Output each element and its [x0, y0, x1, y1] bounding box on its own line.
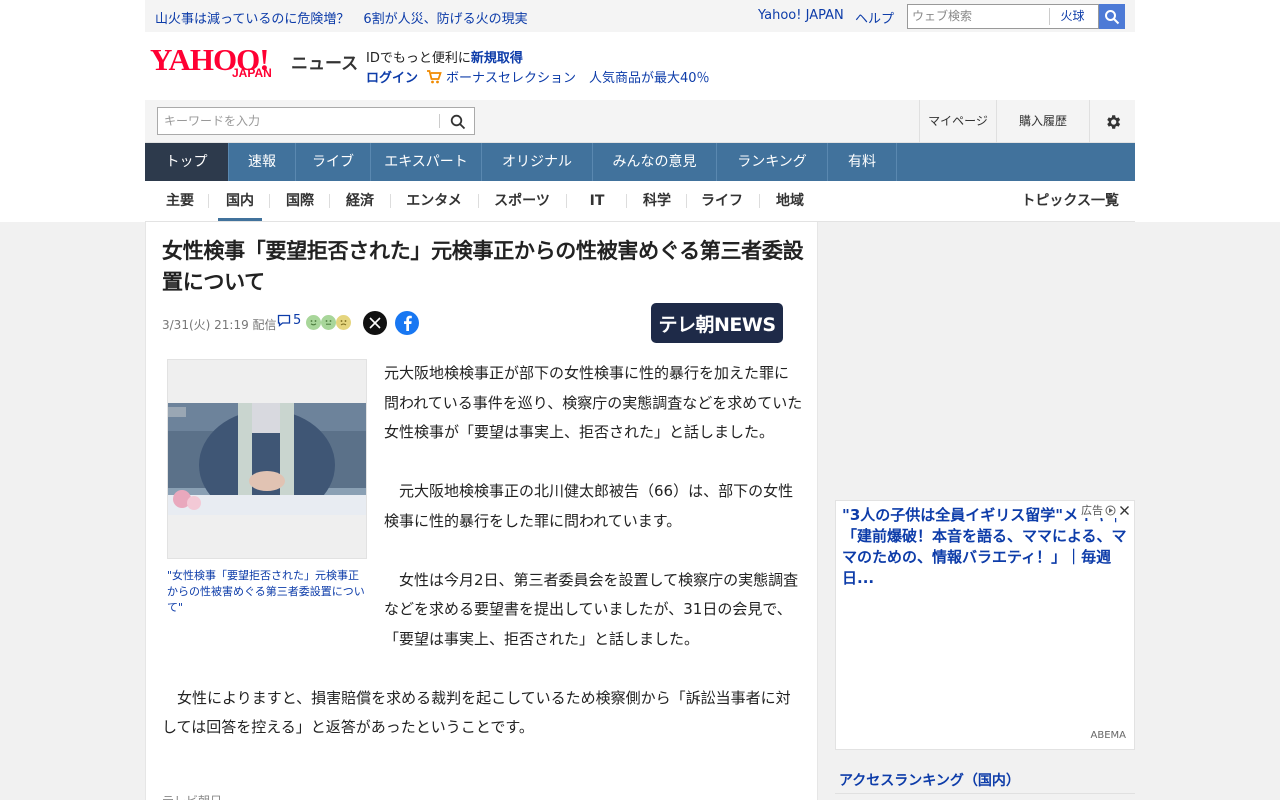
divider	[686, 194, 687, 208]
nav-paid[interactable]: 有料	[828, 143, 897, 181]
gear-icon	[1106, 114, 1120, 129]
keyword-search-button[interactable]	[448, 112, 468, 132]
publisher-logo[interactable]: テレ朝NEWS	[651, 303, 783, 343]
divider	[329, 194, 330, 208]
category-entertainment[interactable]: エンタメ	[400, 181, 468, 221]
search-icon	[1105, 9, 1120, 24]
promo-line: ログイン ボーナスセレクション 人気商品が最大40％	[366, 67, 710, 86]
search-bar: マイページ 購入履歴	[145, 100, 1135, 143]
login-link[interactable]: ログイン	[366, 67, 418, 86]
close-icon[interactable]	[1119, 505, 1130, 516]
divider	[835, 793, 1135, 794]
facebook-share-button[interactable]	[395, 311, 419, 335]
nav-ranking[interactable]: ランキング	[717, 143, 828, 181]
utility-bar: 山火事は減っているのに危険増？ 6割が人災、防げる火の現実 Yahoo! JAPA…	[145, 0, 1135, 32]
logo-news-text[interactable]: ニュース	[291, 49, 358, 74]
help-link[interactable]: ヘルプ	[855, 8, 894, 27]
publish-date: 3/31(火) 21:19 配信	[162, 316, 277, 333]
id-promo: IDでもっと便利に新規取得	[366, 47, 523, 66]
category-region[interactable]: 地域	[769, 181, 811, 221]
nav-live[interactable]: ライブ	[296, 143, 371, 181]
nav-original[interactable]: オリジナル	[482, 143, 593, 181]
category-international[interactable]: 国際	[279, 181, 321, 221]
reaction-smile-icon[interactable]	[306, 315, 321, 330]
topics-list-link[interactable]: トピックス一覧	[1021, 181, 1119, 221]
category-science[interactable]: 科学	[636, 181, 678, 221]
category-sports[interactable]: スポーツ	[488, 181, 556, 221]
publish-date-value: 3/31(火) 21:19	[162, 318, 249, 332]
yahoo-news-logo[interactable]: YAHOO! JAPAN	[150, 44, 290, 84]
reaction-think-icon[interactable]	[321, 315, 336, 330]
article-paragraph: 女性によりますと、損害賠償を求める裁判を起こしているため検察側から「訴訟当事者に…	[162, 688, 791, 737]
comment-icon	[277, 314, 291, 327]
nav-top[interactable]: トップ	[145, 143, 229, 181]
yahoo-japan-link[interactable]: Yahoo! JAPAN	[758, 8, 844, 23]
keyword-search-box[interactable]	[157, 107, 475, 135]
article: 女性検事「要望拒否された」元検事正からの性被害めぐる第三者委設置について 3/3…	[145, 222, 818, 800]
ad-label-text: 広告	[1081, 504, 1103, 517]
web-search-suggestion[interactable]: 火球	[1049, 8, 1095, 25]
logo-japan-text: JAPAN	[232, 66, 272, 80]
id-promo-text: IDでもっと便利に	[366, 51, 471, 66]
comments-link[interactable]: 5	[277, 313, 301, 328]
article-title: 女性検事「要望拒否された」元検事正からの性被害めぐる第三者委設置について	[162, 239, 804, 294]
divider	[269, 194, 270, 208]
article-credit: テレビ朝日	[162, 792, 222, 800]
article-body: 元大阪地検検事正が部下の女性検事に性的暴行を加えた罪に問われている事件を巡り、検…	[162, 359, 803, 772]
sidebar-ad[interactable]: "3人の子供は全員イギリス留学"メイキ｜「建前爆破！本音を語る、ママによる、ママ…	[835, 500, 1135, 750]
publish-date-suffix: 配信	[252, 318, 277, 332]
main-nav: トップ 速報 ライブ エキスパート オリジナル みんなの意見 ランキング 有料	[145, 143, 1135, 181]
divider	[478, 194, 479, 208]
cart-icon	[427, 69, 442, 83]
adchoices-icon[interactable]	[1105, 505, 1116, 516]
category-it[interactable]: IT	[576, 181, 618, 221]
purchase-history-link[interactable]: 購入履歴	[996, 100, 1089, 143]
access-ranking-title[interactable]: アクセスランキング（国内）	[839, 770, 1020, 790]
trending-headline[interactable]: 山火事は減っているのに危険増？ 6割が人災、防げる火の現実	[155, 8, 542, 27]
search-icon	[450, 114, 466, 130]
comment-count: 5	[293, 313, 302, 328]
x-share-button[interactable]	[363, 311, 387, 335]
divider	[390, 194, 391, 208]
divider	[566, 194, 567, 208]
web-search-input[interactable]	[908, 5, 1048, 27]
trending-headline-1[interactable]: 山火事は減っているのに危険増？	[155, 12, 349, 27]
settings-button[interactable]	[1089, 100, 1135, 143]
category-main[interactable]: 主要	[159, 181, 201, 221]
divider	[439, 114, 440, 128]
nav-breaking[interactable]: 速報	[229, 143, 296, 181]
bonus-selection-link[interactable]: ボーナスセレクション 人気商品が最大40％	[446, 67, 710, 86]
x-logo-icon	[369, 317, 381, 329]
register-link[interactable]: 新規取得	[471, 51, 523, 66]
web-search-button[interactable]	[1099, 4, 1125, 29]
category-nav: 主要 国内 国際 経済 エンタメ スポーツ IT 科学 ライフ 地域 トピックス…	[145, 181, 1135, 222]
web-search-box[interactable]: 火球	[907, 4, 1099, 29]
divider	[208, 194, 209, 208]
nav-expert[interactable]: エキスパート	[371, 143, 482, 181]
category-economy[interactable]: 経済	[339, 181, 381, 221]
divider	[626, 194, 627, 208]
mypage-link[interactable]: マイページ	[919, 100, 996, 143]
ad-source: ABEMA	[1090, 730, 1127, 741]
reaction-sad-icon[interactable]	[336, 315, 351, 330]
facebook-logo-icon	[404, 315, 412, 331]
nav-opinions[interactable]: みんなの意見	[593, 143, 717, 181]
trending-headline-2[interactable]: 6割が人災、防げる火の現実	[363, 12, 527, 27]
divider	[759, 194, 760, 208]
keyword-search-input[interactable]	[158, 108, 428, 134]
ad-label: 広告	[1078, 502, 1130, 518]
category-domestic[interactable]: 国内	[218, 181, 262, 221]
category-life[interactable]: ライフ	[696, 181, 748, 221]
